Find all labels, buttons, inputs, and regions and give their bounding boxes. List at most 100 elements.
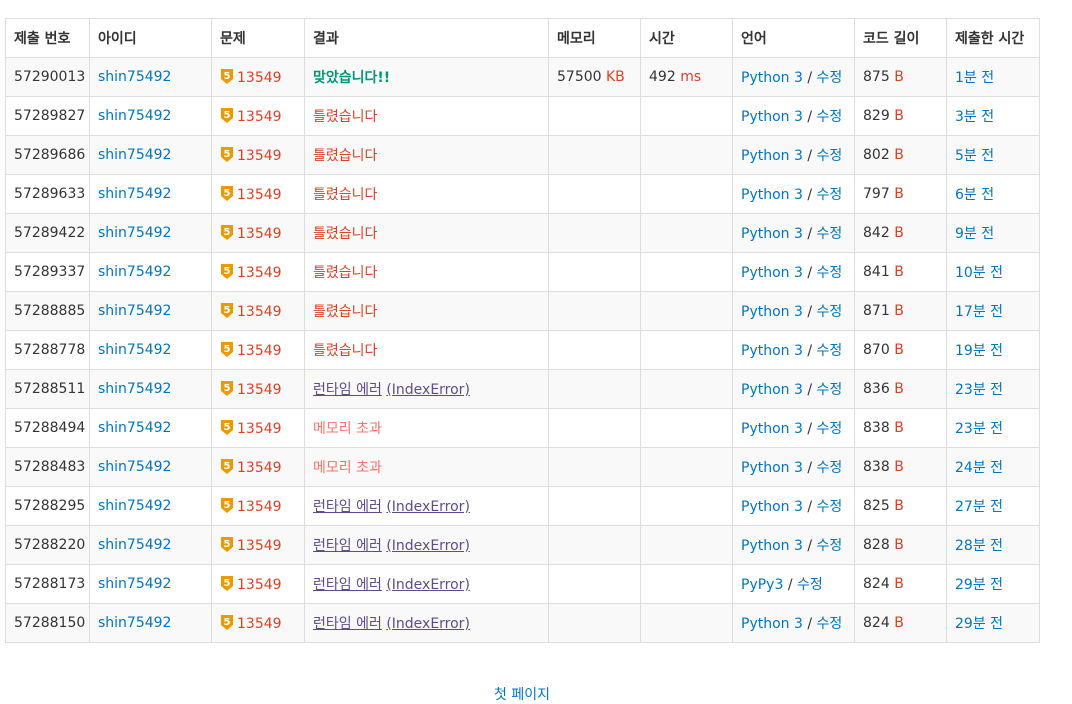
- problem-link[interactable]: 13549: [237, 499, 282, 515]
- user-id-link[interactable]: shin75492: [98, 381, 171, 397]
- submit-time-link[interactable]: 28분 전: [955, 538, 1003, 554]
- edit-link[interactable]: 수정: [817, 226, 843, 242]
- submit-time-link[interactable]: 5분 전: [955, 148, 994, 164]
- result-text[interactable]: 메모리 초과: [313, 421, 382, 437]
- problem-link[interactable]: 13549: [237, 577, 282, 593]
- edit-link[interactable]: 수정: [817, 382, 843, 398]
- result-error-detail[interactable]: (IndexError): [386, 538, 470, 554]
- submit-time-link[interactable]: 29분 전: [955, 616, 1003, 632]
- edit-link[interactable]: 수정: [817, 265, 843, 281]
- problem-link[interactable]: 13549: [237, 538, 282, 554]
- problem-link[interactable]: 13549: [237, 382, 282, 398]
- problem-link[interactable]: 13549: [237, 187, 282, 203]
- problem-link[interactable]: 13549: [237, 109, 282, 125]
- submit-time-link[interactable]: 1분 전: [955, 70, 994, 86]
- user-id-link[interactable]: shin75492: [98, 537, 171, 553]
- submit-time-link[interactable]: 27분 전: [955, 499, 1003, 515]
- edit-link[interactable]: 수정: [817, 304, 843, 320]
- edit-link[interactable]: 수정: [817, 616, 843, 632]
- result-error-detail[interactable]: (IndexError): [386, 499, 470, 515]
- result-text[interactable]: 틀렸습니다: [313, 148, 377, 164]
- language-link[interactable]: Python 3: [741, 499, 803, 515]
- result-text[interactable]: 틀렸습니다: [313, 343, 377, 359]
- language-link[interactable]: Python 3: [741, 70, 803, 86]
- user-id-link[interactable]: shin75492: [98, 342, 171, 358]
- submit-time-link[interactable]: 23분 전: [955, 382, 1003, 398]
- submit-time-link[interactable]: 10분 전: [955, 265, 1003, 281]
- edit-link[interactable]: 수정: [817, 343, 843, 359]
- user-id-link[interactable]: shin75492: [98, 420, 171, 436]
- language-link[interactable]: Python 3: [741, 616, 803, 632]
- problem-link[interactable]: 13549: [237, 226, 282, 242]
- language-link[interactable]: Python 3: [741, 421, 803, 437]
- result-text[interactable]: 틀렸습니다: [313, 109, 377, 125]
- result-cell: 런타임 에러 (IndexError): [304, 564, 549, 604]
- language-link[interactable]: Python 3: [741, 538, 803, 554]
- result-text[interactable]: 틀렸습니다: [313, 304, 377, 320]
- edit-link[interactable]: 수정: [797, 577, 823, 593]
- submit-time-link[interactable]: 23분 전: [955, 421, 1003, 437]
- result-text[interactable]: 맞았습니다!!: [313, 70, 390, 86]
- result-text[interactable]: 런타임 에러: [313, 382, 382, 398]
- submit-time-link[interactable]: 3분 전: [955, 109, 994, 125]
- problem-link[interactable]: 13549: [237, 70, 282, 86]
- edit-link[interactable]: 수정: [817, 460, 843, 476]
- result-text[interactable]: 런타임 에러: [313, 577, 382, 593]
- user-id-link[interactable]: shin75492: [98, 459, 171, 475]
- result-text[interactable]: 메모리 초과: [313, 460, 382, 476]
- result-text[interactable]: 틀렸습니다: [313, 187, 377, 203]
- user-id-link[interactable]: shin75492: [98, 264, 171, 280]
- language-link[interactable]: Python 3: [741, 187, 803, 203]
- user-id-link[interactable]: shin75492: [98, 225, 171, 241]
- problem-link[interactable]: 13549: [237, 343, 282, 359]
- language-link[interactable]: PyPy3: [741, 577, 783, 593]
- result-text[interactable]: 런타임 에러: [313, 538, 382, 554]
- first-page-link[interactable]: 첫 페이지: [494, 687, 550, 703]
- language-link[interactable]: Python 3: [741, 148, 803, 164]
- problem-link[interactable]: 13549: [237, 148, 282, 164]
- user-id-link[interactable]: shin75492: [98, 576, 171, 592]
- problem-link[interactable]: 13549: [237, 421, 282, 437]
- code-length-cell: 838 B: [854, 447, 947, 487]
- user-id-link[interactable]: shin75492: [98, 147, 171, 163]
- language-link[interactable]: Python 3: [741, 382, 803, 398]
- edit-link[interactable]: 수정: [817, 70, 843, 86]
- result-text[interactable]: 틀렸습니다: [313, 226, 377, 242]
- code-length-cell: 824 B: [854, 603, 947, 643]
- language-link[interactable]: Python 3: [741, 109, 803, 125]
- submit-time-link[interactable]: 19분 전: [955, 343, 1003, 359]
- result-error-detail[interactable]: (IndexError): [386, 382, 470, 398]
- result-text[interactable]: 틀렸습니다: [313, 265, 377, 281]
- language-link[interactable]: Python 3: [741, 304, 803, 320]
- result-error-detail[interactable]: (IndexError): [386, 616, 470, 632]
- submit-time-link[interactable]: 29분 전: [955, 577, 1003, 593]
- edit-link[interactable]: 수정: [817, 538, 843, 554]
- submit-time-link[interactable]: 24분 전: [955, 460, 1003, 476]
- language-link[interactable]: Python 3: [741, 265, 803, 281]
- submit-time-link[interactable]: 6분 전: [955, 187, 994, 203]
- result-text[interactable]: 런타임 에러: [313, 499, 382, 515]
- user-id-link[interactable]: shin75492: [98, 615, 171, 631]
- edit-link[interactable]: 수정: [817, 187, 843, 203]
- user-id-link[interactable]: shin75492: [98, 108, 171, 124]
- user-id-link[interactable]: shin75492: [98, 303, 171, 319]
- user-id-link[interactable]: shin75492: [98, 69, 171, 85]
- problem-cell: 5 13549: [211, 135, 305, 175]
- edit-link[interactable]: 수정: [817, 421, 843, 437]
- problem-link[interactable]: 13549: [237, 304, 282, 320]
- language-link[interactable]: Python 3: [741, 226, 803, 242]
- user-id-link[interactable]: shin75492: [98, 186, 171, 202]
- problem-link[interactable]: 13549: [237, 616, 282, 632]
- edit-link[interactable]: 수정: [817, 148, 843, 164]
- problem-link[interactable]: 13549: [237, 265, 282, 281]
- problem-link[interactable]: 13549: [237, 460, 282, 476]
- submit-time-link[interactable]: 9분 전: [955, 226, 994, 242]
- result-error-detail[interactable]: (IndexError): [386, 577, 470, 593]
- submit-time-link[interactable]: 17분 전: [955, 304, 1003, 320]
- edit-link[interactable]: 수정: [817, 109, 843, 125]
- language-link[interactable]: Python 3: [741, 460, 803, 476]
- user-id-link[interactable]: shin75492: [98, 498, 171, 514]
- result-text[interactable]: 런타임 에러: [313, 616, 382, 632]
- edit-link[interactable]: 수정: [817, 499, 843, 515]
- language-link[interactable]: Python 3: [741, 343, 803, 359]
